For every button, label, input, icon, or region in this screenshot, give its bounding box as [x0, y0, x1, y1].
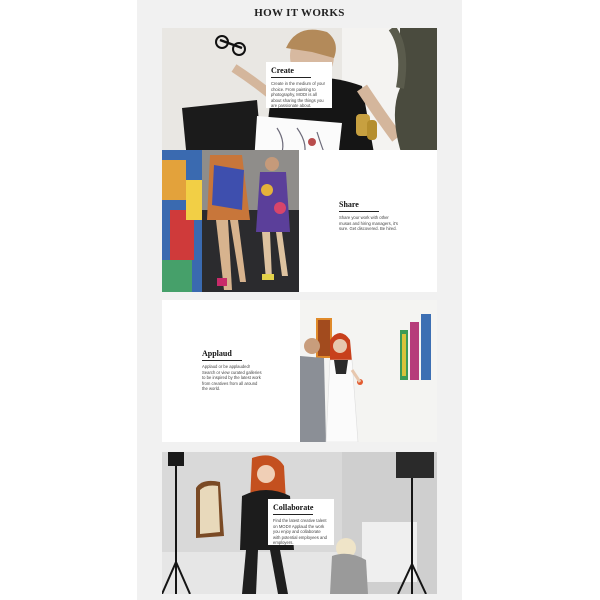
create-divider — [271, 77, 311, 78]
applaud-card: Applaud Applaud or be applauded! Search … — [197, 345, 269, 393]
applaud-description: Applaud or be applauded! Search or view … — [202, 364, 262, 392]
collaborate-section: Collaborate Find the latest creative tal… — [162, 452, 437, 594]
collaborate-title: Collaborate — [273, 503, 314, 512]
how-it-works-page: HOW IT WORKS Create Create in the medium… — [137, 0, 462, 600]
create-description: Create in the medium of your choice. Fro… — [271, 81, 325, 109]
share-photo — [162, 150, 299, 292]
share-title: Share — [339, 200, 359, 209]
share-section: Share Share your work with other musas a… — [162, 150, 437, 292]
create-section: Create Create in the medium of your choi… — [162, 28, 437, 170]
page-title: HOW IT WORKS — [254, 7, 345, 19]
collaborate-card: Collaborate Find the latest creative tal… — [268, 499, 334, 545]
create-title: Create — [271, 66, 294, 75]
applaud-divider — [202, 360, 242, 361]
applaud-title: Applaud — [202, 349, 232, 358]
share-description: Share your work with other musas and hir… — [339, 215, 398, 232]
share-card: Share Share your work with other musas a… — [334, 196, 406, 240]
create-card: Create Create in the medium of your choi… — [266, 62, 332, 108]
collaborate-description: Find the latest creative talent on MODI!… — [273, 518, 328, 546]
applaud-photo — [300, 300, 437, 442]
applaud-section: Applaud Applaud or be applauded! Search … — [162, 300, 437, 442]
share-divider — [339, 211, 379, 212]
collaborate-divider — [273, 514, 313, 515]
